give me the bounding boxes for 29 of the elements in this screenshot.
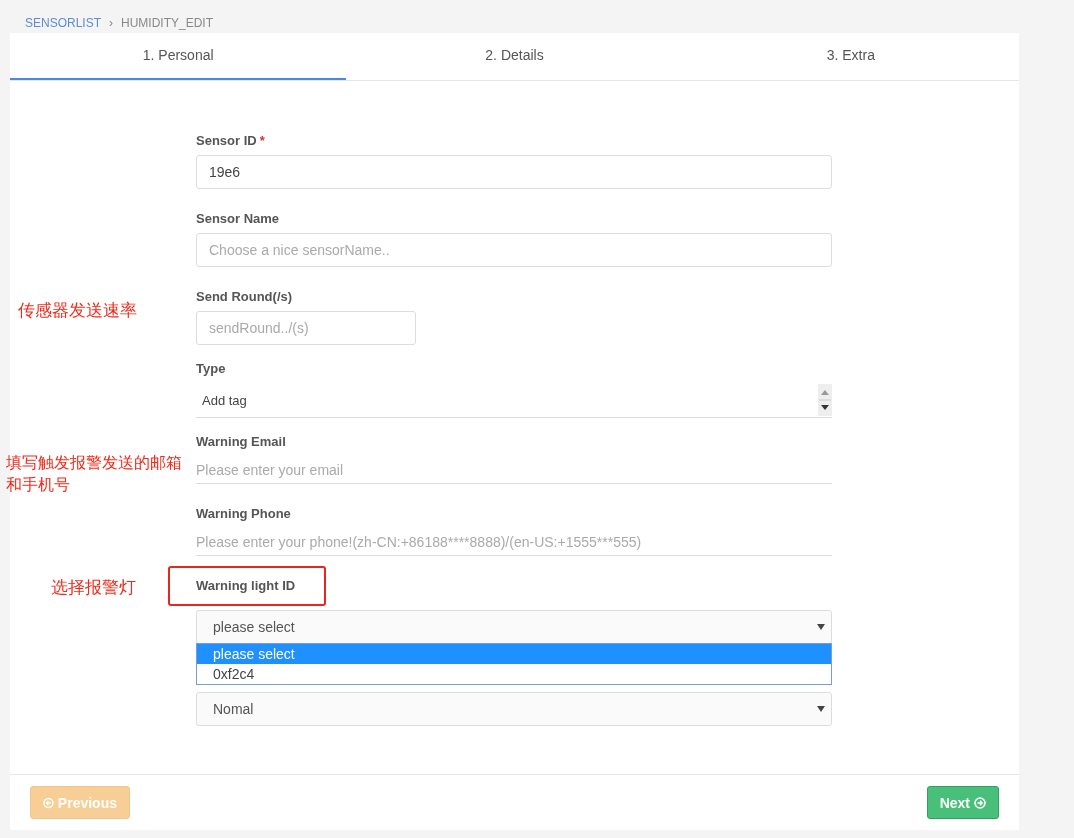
required-mark: * <box>259 133 265 148</box>
step-tab[interactable]: 2. Details <box>346 33 683 80</box>
arrow-left-circle-icon <box>43 796 54 809</box>
annotation-note: 填写触发报警发送的邮箱和手机号 <box>6 452 183 496</box>
field-label: Warning Phone <box>196 506 292 522</box>
breadcrumb-current: HUMIDITY_EDIT <box>121 16 214 30</box>
arrow-right-circle-icon <box>974 796 986 809</box>
annotation-note: 传感器发送速率 <box>18 299 137 321</box>
caret-icon <box>817 624 825 630</box>
select-dropdown[interactable]: please select <box>196 610 832 644</box>
input-field[interactable]: Choose a nice sensorName.. <box>196 233 832 267</box>
step-tab[interactable]: 3. Extra <box>682 33 1019 80</box>
field-label: Warning light ID <box>196 578 297 594</box>
select-dropdown[interactable]: Nomal <box>196 692 832 726</box>
input-field[interactable]: 19e6 <box>196 155 832 189</box>
field-label: Sensor ID * <box>196 133 266 149</box>
step-tab[interactable]: 1. Personal <box>10 33 347 80</box>
annotation-note: 选择报警灯 <box>51 576 136 598</box>
tag-placeholder: Add tag <box>202 392 247 408</box>
field-label: Warning Email <box>196 434 287 450</box>
breadcrumb-separator: › <box>109 16 114 30</box>
field-label: Type <box>196 361 227 377</box>
tag-input[interactable]: Add tag <box>196 383 832 418</box>
input-field[interactable]: sendRound../(s) <box>196 311 416 345</box>
caret-icon <box>817 706 825 712</box>
field-label: Sensor Name <box>196 211 281 227</box>
dropdown-option[interactable]: 0xf2c4 <box>197 664 831 684</box>
spinner-arrows-icon[interactable] <box>818 384 832 416</box>
field-label: Send Round(/s) <box>196 289 294 305</box>
